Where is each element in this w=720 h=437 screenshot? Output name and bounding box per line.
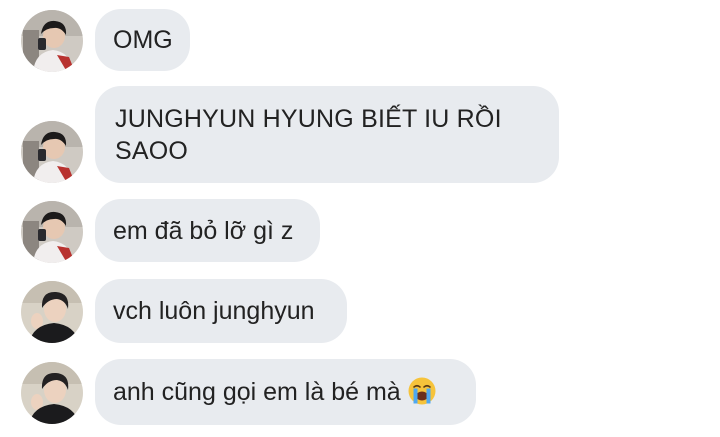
chat-thread: OMG JUNGHYUN HYUNG BIẾT IU RỒI SAOO em đ… (0, 0, 720, 437)
avatar[interactable] (21, 281, 83, 343)
message-text: anh cũng gọi em là bé mà (113, 376, 437, 408)
message-text: em đã bỏ lỡ gì z (113, 216, 294, 245)
profile-photo-icon (21, 281, 83, 343)
profile-photo-icon (21, 362, 83, 424)
message-bubble[interactable]: em đã bỏ lỡ gì z (95, 199, 320, 262)
profile-photo-icon (21, 201, 83, 263)
message-bubble[interactable]: JUNGHYUN HYUNG BIẾT IU RỒI SAOO (95, 86, 559, 183)
avatar[interactable] (21, 10, 83, 72)
avatar[interactable] (21, 201, 83, 263)
avatar[interactable] (21, 121, 83, 183)
message-bubble[interactable]: anh cũng gọi em là bé mà (95, 359, 476, 425)
message-text: vch luôn junghyun (113, 297, 315, 325)
profile-photo-icon (21, 121, 83, 183)
message-text: OMG (113, 26, 173, 54)
message-text: JUNGHYUN HYUNG BIẾT IU RỒI SAOO (115, 104, 502, 165)
avatar[interactable] (21, 362, 83, 424)
message-bubble[interactable]: OMG (95, 9, 190, 71)
message-text-content: anh cũng gọi em là bé mà (113, 378, 401, 406)
profile-photo-icon (21, 10, 83, 72)
message-bubble[interactable]: vch luôn junghyun (95, 279, 347, 343)
loudly-crying-face-icon (408, 377, 436, 405)
